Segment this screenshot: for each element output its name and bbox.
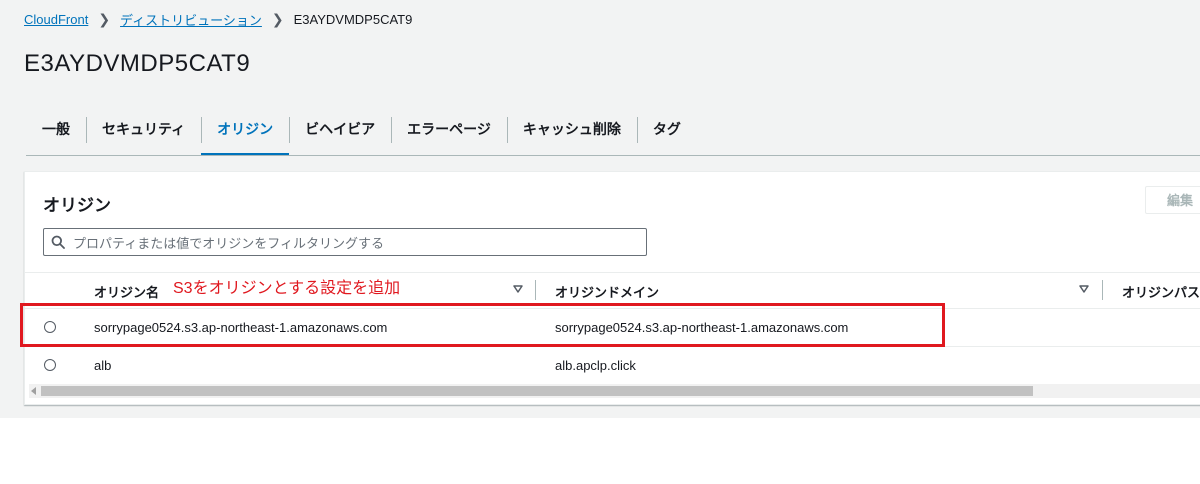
- column-header-origin-name[interactable]: オリジン名: [94, 282, 159, 301]
- column-header-origin-path[interactable]: オリジンパス: [1122, 282, 1200, 301]
- tab-general[interactable]: 一般: [26, 115, 86, 155]
- breadcrumb-distributions-link[interactable]: ディストリビューション: [120, 10, 262, 29]
- breadcrumb: CloudFront ❯ ディストリビューション ❯ E3AYDVMDP5CAT…: [24, 10, 412, 28]
- sort-caret-down-icon[interactable]: [1079, 284, 1089, 294]
- tab-bar: 一般 セキュリティ オリジン ビヘイビア エラーページ キャッシュ削除 タグ: [26, 115, 697, 156]
- column-divider[interactable]: [535, 280, 536, 300]
- table-top-border: [25, 272, 1200, 273]
- column-header-origin-domain[interactable]: オリジンドメイン: [555, 282, 659, 301]
- chevron-right-icon: ❯: [98, 10, 111, 27]
- breadcrumb-current: E3AYDVMDP5CAT9: [293, 11, 413, 27]
- origin-name-cell: alb: [94, 358, 112, 373]
- chevron-right-icon: ❯: [271, 10, 284, 27]
- tab-tags[interactable]: タグ: [636, 115, 697, 155]
- scroll-left-arrow-icon[interactable]: [31, 387, 36, 395]
- annotation-highlight-box: [20, 303, 945, 347]
- page-title: E3AYDVMDP5CAT9: [24, 50, 251, 77]
- filter-search: [43, 228, 647, 256]
- tab-security[interactable]: セキュリティ: [86, 115, 201, 155]
- tab-divider: [26, 155, 1200, 156]
- horizontal-scrollbar[interactable]: [29, 384, 1200, 398]
- search-icon: [51, 235, 65, 249]
- tab-invalidations[interactable]: キャッシュ削除: [506, 115, 637, 155]
- row-select-radio[interactable]: [44, 359, 56, 371]
- column-divider[interactable]: [1102, 280, 1103, 300]
- breadcrumb-cloudfront-link[interactable]: CloudFront: [24, 12, 88, 27]
- annotation-label: S3をオリジンとする設定を追加: [173, 280, 401, 297]
- origin-domain-cell: alb.apclp.click: [555, 358, 636, 373]
- tab-origins[interactable]: オリジン: [201, 115, 290, 156]
- scrollbar-thumb[interactable]: [41, 386, 1033, 396]
- tab-error-pages[interactable]: エラーページ: [391, 115, 507, 155]
- edit-button[interactable]: 編集: [1145, 186, 1200, 214]
- sort-caret-down-icon[interactable]: [513, 284, 523, 294]
- table-row[interactable]: alb alb.apclp.click: [25, 347, 1200, 384]
- filter-input[interactable]: [71, 231, 635, 255]
- tab-behaviors[interactable]: ビヘイビア: [289, 115, 391, 155]
- origins-title: オリジン: [43, 196, 111, 215]
